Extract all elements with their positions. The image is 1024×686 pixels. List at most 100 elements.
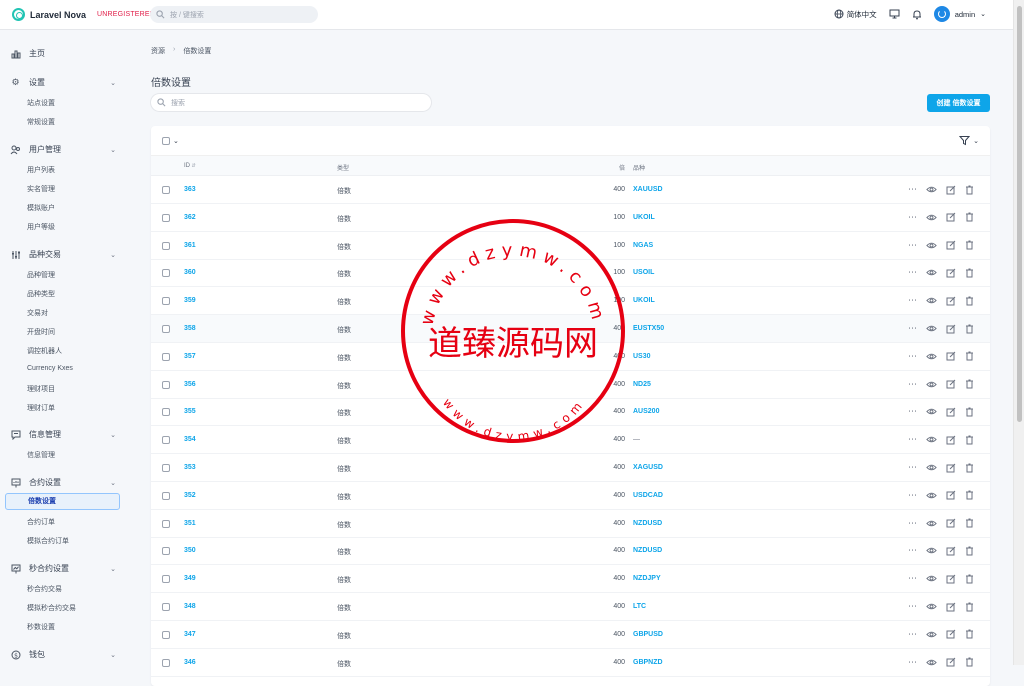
table-row[interactable]: 363 倍数 400 XAUUSD ⋯ (151, 176, 990, 204)
sidebar-item-demo-contract-orders[interactable]: 模拟合约订单 (27, 536, 69, 546)
more-actions-icon[interactable]: ⋯ (907, 573, 918, 584)
view-icon[interactable] (926, 184, 937, 195)
row-checkbox[interactable] (162, 380, 170, 389)
row-checkbox[interactable] (162, 603, 170, 611)
more-actions-icon[interactable]: ⋯ (907, 323, 918, 334)
sidebar-item-currency-kxes[interactable]: Currency Kxes (27, 365, 73, 372)
view-icon[interactable] (926, 462, 937, 473)
sidebar-item-info-management[interactable]: 信息管理 (27, 450, 55, 460)
more-actions-icon[interactable]: ⋯ (907, 601, 918, 612)
sidebar-group-settings[interactable]: ⚙ 设置 ⌄ (10, 77, 120, 88)
row-checkbox[interactable] (162, 241, 170, 250)
row-id-link[interactable]: 354 (184, 436, 196, 443)
view-icon[interactable] (926, 601, 937, 612)
row-id-link[interactable]: 353 (184, 464, 196, 471)
delete-icon[interactable] (964, 434, 975, 445)
view-icon[interactable] (926, 545, 937, 556)
row-id-link[interactable]: 351 (184, 520, 196, 527)
row-variety-link[interactable]: US30 (633, 353, 651, 360)
edit-icon[interactable] (945, 240, 956, 251)
sidebar-item-contract-orders[interactable]: 合约订单 (27, 517, 55, 527)
delete-icon[interactable] (964, 629, 975, 640)
sidebar-group-wallet[interactable]: $ 钱包 ⌄ (10, 649, 120, 660)
view-icon[interactable] (926, 657, 937, 668)
sidebar-item-variety-management[interactable]: 品种管理 (27, 270, 55, 280)
view-icon[interactable] (926, 629, 937, 640)
table-row[interactable]: 348 倍数 400 LTC ⋯ (151, 593, 990, 621)
row-id-link[interactable]: 350 (184, 547, 196, 554)
filter-button[interactable]: ⌄ (959, 135, 979, 146)
more-actions-icon[interactable]: ⋯ (907, 434, 918, 445)
more-actions-icon[interactable]: ⋯ (907, 184, 918, 195)
table-row[interactable]: 360 倍数 100 USOIL ⋯ (151, 259, 990, 288)
row-variety-link[interactable]: USOIL (633, 269, 654, 276)
row-checkbox[interactable] (162, 658, 170, 667)
row-checkbox[interactable] (162, 547, 170, 556)
view-icon[interactable] (926, 267, 937, 278)
edit-icon[interactable] (945, 379, 956, 390)
delete-icon[interactable] (964, 462, 975, 473)
edit-icon[interactable] (945, 601, 956, 612)
row-variety-link[interactable]: XAUUSD (633, 186, 663, 193)
table-row[interactable]: 361 倍数 100 NGAS ⋯ (151, 232, 990, 260)
row-id-link[interactable]: 359 (184, 297, 196, 304)
row-checkbox[interactable] (162, 325, 170, 333)
view-icon[interactable] (926, 573, 937, 584)
table-row[interactable]: 346 倍数 400 GBPNZD ⋯ (151, 649, 990, 677)
delete-icon[interactable] (964, 601, 975, 612)
language-switcher[interactable]: 简体中文 (834, 9, 877, 20)
row-id-link[interactable]: 349 (184, 575, 196, 582)
row-checkbox[interactable] (162, 575, 170, 584)
sidebar-group-seconds[interactable]: 秒合约设置 ⌄ (10, 563, 120, 574)
row-variety-link[interactable]: AUS200 (633, 408, 659, 415)
sidebar-item-multiplier-settings[interactable]: 倍数设置 (5, 493, 120, 510)
row-variety-link[interactable]: GBPUSD (633, 631, 663, 638)
edit-icon[interactable] (945, 184, 956, 195)
row-id-link[interactable]: 363 (184, 186, 196, 193)
view-icon[interactable] (926, 434, 937, 445)
table-row[interactable]: 351 倍数 400 NZDUSD ⋯ (151, 510, 990, 538)
delete-icon[interactable] (964, 406, 975, 417)
row-variety-link[interactable]: NZDUSD (633, 520, 662, 527)
sidebar-item-home[interactable]: 主页 (10, 48, 120, 59)
delete-icon[interactable] (964, 573, 975, 584)
sidebar-group-users[interactable]: 用户管理 ⌄ (10, 144, 120, 155)
select-all-checkbox[interactable] (162, 137, 170, 145)
sidebar-item-general-settings[interactable]: 常规设置 (27, 117, 55, 127)
resource-search-input[interactable]: 搜索 (151, 94, 431, 111)
row-variety-link[interactable]: UKOIL (633, 297, 655, 304)
delete-icon[interactable] (964, 379, 975, 390)
table-row[interactable]: 347 倍数 400 GBPUSD ⋯ (151, 621, 990, 649)
sidebar-item-user-levels[interactable]: 用户等级 (27, 222, 55, 232)
sidebar-item-user-list[interactable]: 用户列表 (27, 165, 55, 175)
row-checkbox[interactable] (162, 408, 170, 417)
edit-icon[interactable] (945, 295, 956, 306)
row-id-link[interactable]: 356 (184, 381, 196, 388)
delete-icon[interactable] (964, 267, 975, 278)
row-variety-link[interactable]: NGAS (633, 242, 653, 249)
view-icon[interactable] (926, 351, 937, 362)
delete-icon[interactable] (964, 518, 975, 529)
column-header-id[interactable]: ID ⇵ (184, 163, 196, 169)
row-variety-link[interactable]: XAGUSD (633, 464, 663, 471)
table-row[interactable]: 359 倍数 100 UKOIL ⋯ (151, 287, 990, 316)
more-actions-icon[interactable]: ⋯ (907, 490, 918, 501)
view-icon[interactable] (926, 490, 937, 501)
table-row[interactable]: 353 倍数 400 XAGUSD ⋯ (151, 454, 990, 482)
more-actions-icon[interactable]: ⋯ (907, 267, 918, 278)
more-actions-icon[interactable]: ⋯ (907, 518, 918, 529)
table-row[interactable]: 352 倍数 400 USDCAD ⋯ (151, 482, 990, 510)
edit-icon[interactable] (945, 267, 956, 278)
scrollbar-thumb[interactable] (1017, 6, 1022, 422)
more-actions-icon[interactable]: ⋯ (907, 406, 918, 417)
row-variety-link[interactable]: NZDJPY (633, 575, 661, 582)
row-checkbox[interactable] (162, 352, 170, 361)
delete-icon[interactable] (964, 657, 975, 668)
row-variety-link[interactable]: NZDUSD (633, 547, 662, 554)
app-logo[interactable]: Laravel Nova UNREGISTERED (12, 8, 155, 21)
sidebar-item-seconds-trading[interactable]: 秒合约交易 (27, 584, 62, 594)
edit-icon[interactable] (945, 545, 956, 556)
create-button[interactable]: 创建 倍数设置 (927, 94, 990, 112)
table-row[interactable]: 358 倍数 400 EUSTX50 ⋯ (151, 315, 990, 343)
table-row[interactable]: 354 倍数 400 — ⋯ (151, 426, 990, 455)
